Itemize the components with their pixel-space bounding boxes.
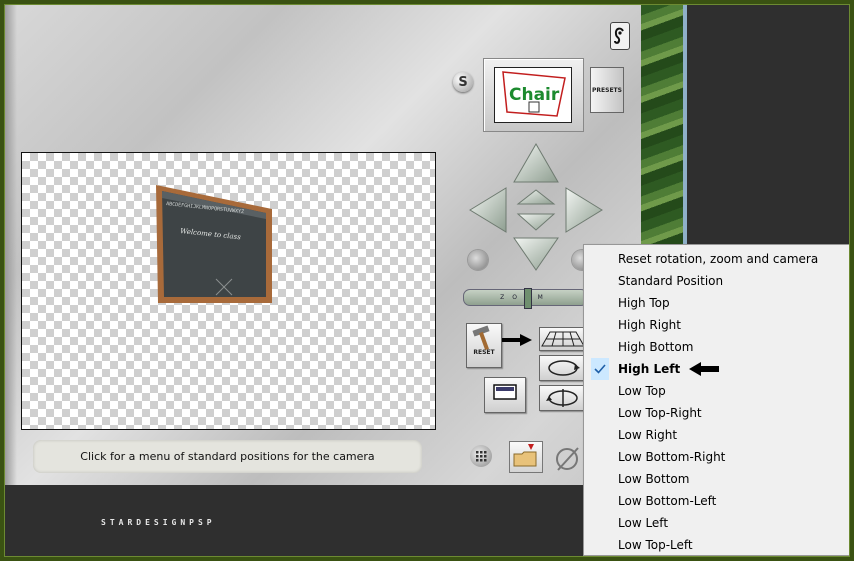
window-frame-inner (4, 4, 850, 557)
